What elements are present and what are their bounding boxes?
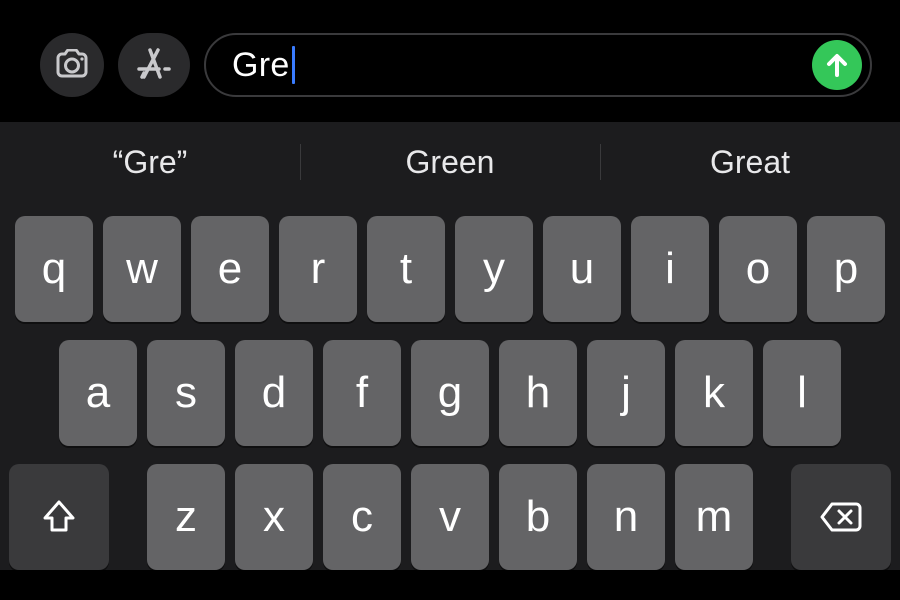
key-w[interactable]: w bbox=[103, 216, 181, 322]
keyboard-row-3: z x c v b n m bbox=[8, 464, 892, 570]
backspace-icon bbox=[818, 500, 864, 534]
key-g[interactable]: g bbox=[411, 340, 489, 446]
key-j[interactable]: j bbox=[587, 340, 665, 446]
key-o[interactable]: o bbox=[719, 216, 797, 322]
key-u[interactable]: u bbox=[543, 216, 621, 322]
keyboard-row-1: q w e r t y u i o p bbox=[8, 216, 892, 322]
key-l[interactable]: l bbox=[763, 340, 841, 446]
key-k[interactable]: k bbox=[675, 340, 753, 446]
arrow-up-icon bbox=[824, 51, 850, 79]
camera-button[interactable] bbox=[40, 33, 104, 97]
key-s[interactable]: s bbox=[147, 340, 225, 446]
suggestion-bar: “Gre” Green Great bbox=[0, 122, 900, 202]
suggestion-1[interactable]: Green bbox=[300, 134, 600, 190]
keyboard: q w e r t y u i o p a s d f g h j k l z … bbox=[0, 202, 900, 570]
text-caret bbox=[292, 46, 295, 84]
shift-icon bbox=[39, 498, 79, 536]
key-a[interactable]: a bbox=[59, 340, 137, 446]
message-input[interactable]: Gre bbox=[204, 33, 872, 97]
key-f[interactable]: f bbox=[323, 340, 401, 446]
key-e[interactable]: e bbox=[191, 216, 269, 322]
key-v[interactable]: v bbox=[411, 464, 489, 570]
compose-bar: Gre bbox=[0, 0, 900, 122]
shift-key[interactable] bbox=[9, 464, 109, 570]
key-q[interactable]: q bbox=[15, 216, 93, 322]
key-x[interactable]: x bbox=[235, 464, 313, 570]
appstore-icon bbox=[135, 47, 173, 83]
appstore-button[interactable] bbox=[118, 33, 190, 97]
key-d[interactable]: d bbox=[235, 340, 313, 446]
suggestion-literal[interactable]: “Gre” bbox=[0, 134, 300, 190]
key-z[interactable]: z bbox=[147, 464, 225, 570]
keyboard-row-2: a s d f g h j k l bbox=[8, 340, 892, 446]
send-button[interactable] bbox=[812, 40, 862, 90]
key-n[interactable]: n bbox=[587, 464, 665, 570]
key-b[interactable]: b bbox=[499, 464, 577, 570]
camera-icon bbox=[52, 49, 92, 81]
message-input-value: Gre bbox=[232, 46, 295, 85]
key-i[interactable]: i bbox=[631, 216, 709, 322]
key-r[interactable]: r bbox=[279, 216, 357, 322]
suggestion-2[interactable]: Great bbox=[600, 134, 900, 190]
key-p[interactable]: p bbox=[807, 216, 885, 322]
key-m[interactable]: m bbox=[675, 464, 753, 570]
key-h[interactable]: h bbox=[499, 340, 577, 446]
backspace-key[interactable] bbox=[791, 464, 891, 570]
key-t[interactable]: t bbox=[367, 216, 445, 322]
key-y[interactable]: y bbox=[455, 216, 533, 322]
key-c[interactable]: c bbox=[323, 464, 401, 570]
